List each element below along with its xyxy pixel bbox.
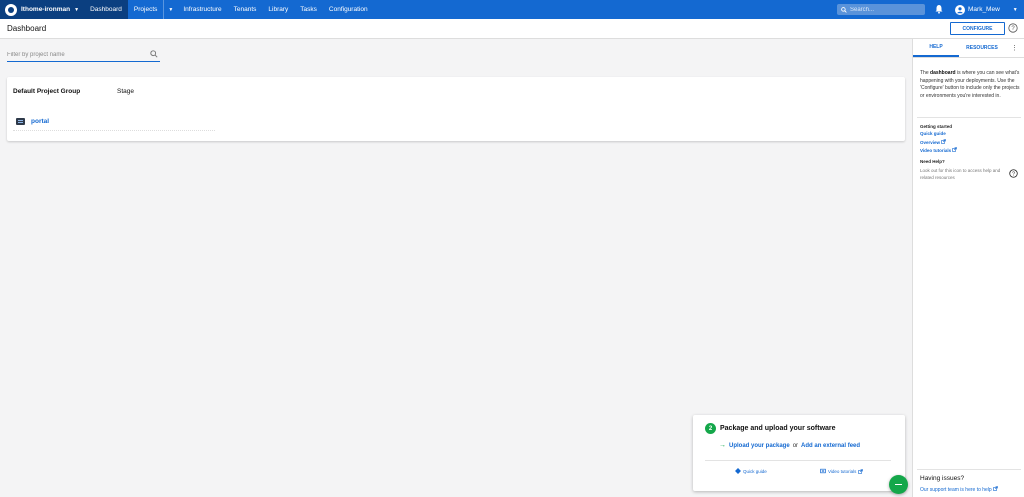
space-switcher[interactable]: Ithome-ironman ▼ <box>0 0 85 19</box>
external-link-icon <box>941 139 947 144</box>
chevron-down-icon: ▼ <box>1012 6 1018 13</box>
global-search[interactable] <box>837 4 925 15</box>
intro-text-bold: dashboard <box>930 70 956 76</box>
space-logo-icon <box>5 3 17 16</box>
filter-input[interactable] <box>7 48 137 61</box>
project-filter[interactable] <box>7 48 160 62</box>
need-help-text: Look out for this icon to access help an… <box>920 168 1001 181</box>
onboarding-card: 2 Package and upload your software → Upl… <box>693 415 905 491</box>
support-link-label: Our support team is here to help <box>920 487 992 493</box>
nav-tenants[interactable]: Tenants <box>228 0 263 19</box>
external-link-icon <box>993 486 998 491</box>
guide-icon <box>735 468 741 474</box>
help-panel-tabs: HELP RESOURCES ⋮ <box>913 39 1024 58</box>
project-row[interactable]: portal <box>13 113 215 131</box>
help-icon[interactable]: ? <box>1008 23 1018 33</box>
page-header: Dashboard CONFIGURE ? <box>0 19 1024 39</box>
video-icon <box>820 468 826 474</box>
top-navigation-bar: Ithome-ironman ▼ Dashboard Projects ▼ In… <box>0 0 1024 19</box>
projects-dropdown-icon[interactable]: ▼ <box>163 0 177 19</box>
divider <box>917 117 1021 118</box>
divider <box>917 469 1021 470</box>
overview-label: Overview <box>920 140 941 145</box>
collapse-onboarding-button[interactable] <box>889 475 908 494</box>
getting-started-title: Getting started <box>920 124 953 129</box>
quick-guide-link[interactable]: Quick guide <box>743 469 767 474</box>
search-icon <box>150 50 158 58</box>
intro-text-start: The <box>920 70 931 76</box>
issues-title: Having issues? <box>920 475 965 482</box>
external-link-icon <box>952 147 958 152</box>
space-name: Ithome-ironman <box>21 6 71 13</box>
chevron-down-icon: ▼ <box>74 6 80 13</box>
upload-package-link[interactable]: Upload your package <box>729 443 790 449</box>
overview-link[interactable]: Overview <box>920 139 947 145</box>
divider <box>705 460 891 461</box>
nav-infrastructure[interactable]: Infrastructure <box>177 0 227 19</box>
bell-icon[interactable] <box>934 4 944 14</box>
or-text: or <box>792 442 799 449</box>
video-tutorials-link[interactable]: Video tutorials <box>828 469 856 474</box>
nav-dashboard[interactable]: Dashboard <box>84 0 128 19</box>
add-external-feed-link[interactable]: Add an external feed <box>801 443 860 449</box>
quick-guide-link[interactable]: Quick guide <box>920 131 946 136</box>
user-icon <box>957 6 963 13</box>
support-link[interactable]: Our support team is here to help <box>920 486 998 493</box>
nav-library[interactable]: Library <box>262 0 294 19</box>
nav-configuration[interactable]: Configuration <box>323 0 374 19</box>
help-intro: The dashboard is where you can see what'… <box>920 70 1020 100</box>
stage-column-header: Stage <box>117 88 134 95</box>
page-title: Dashboard <box>7 24 47 33</box>
onboarding-quick-guide[interactable]: Quick guide <box>735 468 767 474</box>
user-menu[interactable]: Mark_Mew ▼ <box>955 3 1018 16</box>
nav-projects[interactable]: Projects <box>128 0 163 19</box>
search-input[interactable] <box>850 6 920 13</box>
user-name: Mark_Mew <box>968 6 1000 13</box>
help-icon: ? <box>1009 169 1018 178</box>
help-panel: HELP RESOURCES ⋮ The dashboard is where … <box>912 39 1024 497</box>
onboarding-video-tutorials[interactable]: Video tutorials <box>820 468 864 474</box>
tab-help[interactable]: HELP <box>913 39 959 57</box>
avatar <box>955 4 965 15</box>
project-link-portal[interactable]: portal <box>31 118 49 125</box>
configure-button[interactable]: CONFIGURE <box>950 22 1005 35</box>
external-link-icon <box>858 468 864 474</box>
minus-icon <box>895 483 902 486</box>
onboarding-title: Package and upload your software <box>720 425 836 432</box>
project-group-name: Default Project Group <box>13 88 81 95</box>
search-icon <box>841 6 847 13</box>
video-tutorials-label: Video tutorials <box>920 148 952 153</box>
more-options-icon[interactable]: ⋮ <box>1011 44 1018 52</box>
nav-tasks[interactable]: Tasks <box>294 0 323 19</box>
step-badge: 2 <box>705 423 716 434</box>
svg-text:?: ? <box>1011 26 1015 32</box>
onboarding-actions: → Upload your package or Add an external… <box>719 442 860 449</box>
video-tutorials-link[interactable]: Video tutorials <box>920 147 958 153</box>
need-help-title: Need Help? <box>920 159 945 164</box>
tab-resources[interactable]: RESOURCES <box>959 39 1005 57</box>
dashboard-card: Default Project Group Stage portal <box>7 77 905 141</box>
svg-text:?: ? <box>1012 171 1015 177</box>
arrow-right-icon: → <box>719 442 726 449</box>
project-logo-icon <box>16 118 25 125</box>
